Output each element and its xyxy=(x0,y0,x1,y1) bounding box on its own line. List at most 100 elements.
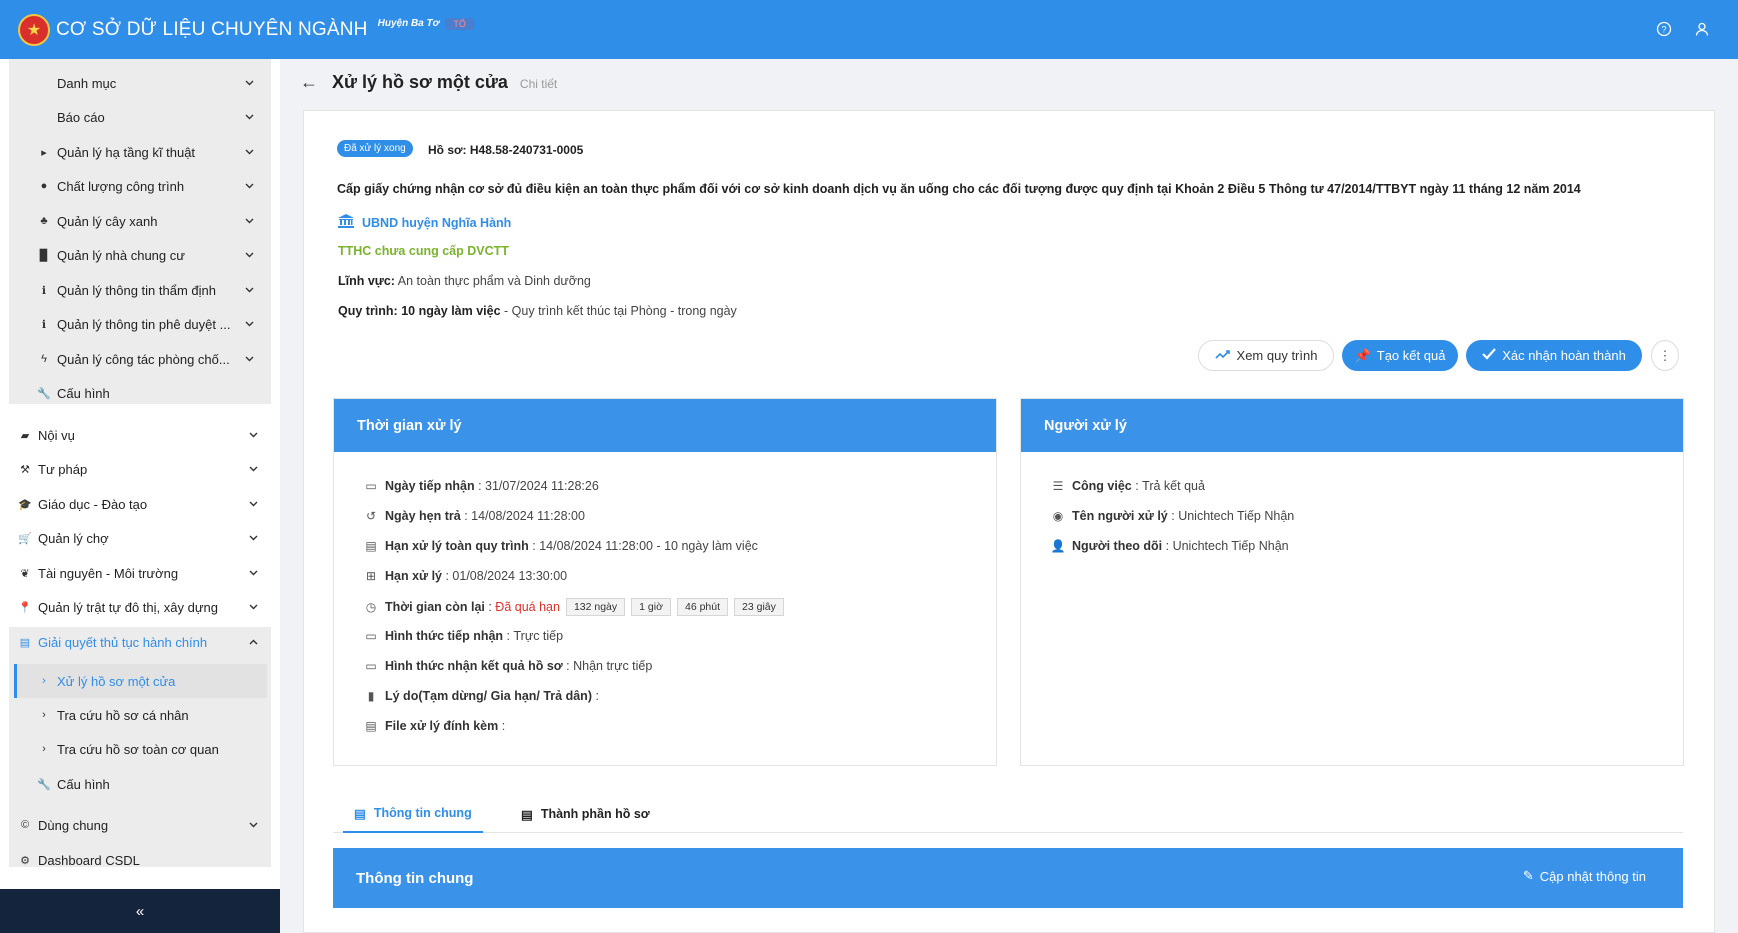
sidebar-item-ha-tang[interactable]: ▸ Quản lý hạ tầng kĩ thuật xyxy=(0,135,280,169)
app-title: CƠ SỞ DỮ LIỆU CHUYÊN NGÀNH xyxy=(56,18,368,40)
header-badge: TỔ xyxy=(445,17,474,30)
page-subtitle: Chi tiết xyxy=(519,77,558,91)
wrench-icon: 🔧 xyxy=(37,778,51,791)
sidebar-subitem-xu-ly-mot-cua[interactable]: › Xử lý hồ sơ một cửa xyxy=(0,664,280,698)
remaining-minutes-chip: 46 phút xyxy=(676,598,729,616)
create-result-button[interactable]: 📌 Tạo kết quả xyxy=(1342,340,1458,371)
sidebar-subitem-cau-hinh[interactable]: 🔧 Cấu hình xyxy=(0,767,280,801)
clock-icon: ◷ xyxy=(365,600,377,614)
process-due-row: ▤ Hạn xử lý toàn quy trình : 14/08/2024 … xyxy=(363,539,758,553)
map-pin-icon: 📍 xyxy=(18,601,32,614)
chevron-down-icon xyxy=(246,466,260,472)
more-options-button[interactable]: ⋮ xyxy=(1651,340,1679,371)
chevron-down-icon xyxy=(246,570,260,576)
back-arrow-icon[interactable]: ← xyxy=(300,72,318,93)
sidebar-item-cay-xanh[interactable]: ♣ Quản lý cây xanh xyxy=(0,204,280,238)
sidebar-item-trat-tu-do-thi[interactable]: 📍 Quản lý trật tự đô thị, xây dựng xyxy=(0,590,280,624)
leaf-icon: ❦ xyxy=(20,567,30,580)
tthc-status: TTHC chưa cung cấp DVCTT xyxy=(338,244,509,258)
remaining-seconds-chip: 23 giây xyxy=(734,598,784,616)
panel-title: Thời gian xử lý xyxy=(334,399,996,452)
sidebar-item-tham-dinh[interactable]: ℹ Quản lý thông tin thẩm định xyxy=(0,273,280,307)
chevron-down-icon xyxy=(246,604,260,610)
tab-dossier-components[interactable]: ▤ Thành phần hồ sơ xyxy=(521,795,650,833)
sidebar-item-danh-muc[interactable]: Danh mục xyxy=(0,66,280,100)
chevron-down-icon xyxy=(242,149,256,155)
inbox-icon: ▭ xyxy=(365,479,377,493)
sidebar-collapse-button[interactable]: « xyxy=(0,889,280,933)
sidebar-item-dung-chung[interactable]: © Dùng chung xyxy=(0,808,280,842)
follower-row: 👤 Người theo dõi : Unichtech Tiếp Nhận xyxy=(1050,539,1289,553)
sidebar-item-phe-duyet[interactable]: ℹ Quản lý thông tin phê duyệt ... xyxy=(0,307,280,341)
received-date-row: ▭ Ngày tiếp nhận : 31/07/2024 11:28:26 xyxy=(363,479,598,493)
check-icon xyxy=(1482,348,1497,363)
help-icon[interactable]: ? xyxy=(1654,19,1674,39)
chevron-down-icon xyxy=(242,287,256,293)
due-date-row: ↺ Ngày hẹn trả : 14/08/2024 11:28:00 xyxy=(363,509,585,523)
sidebar-item-chat-luong[interactable]: ● Chất lượng công trình xyxy=(0,169,280,203)
calendar-list-icon: ▤ xyxy=(365,539,377,553)
chevron-right-icon: › xyxy=(42,709,46,721)
chevron-down-icon xyxy=(242,80,256,86)
chevron-down-icon xyxy=(246,822,260,828)
svg-text:?: ? xyxy=(1661,25,1666,35)
undo-icon: ↺ xyxy=(365,509,377,523)
panel-title: Người xử lý xyxy=(1021,399,1683,452)
sidebar: Danh mục Báo cáo ▸ Quản lý hạ tầng kĩ th… xyxy=(0,59,280,933)
tree-icon: ♣ xyxy=(40,215,48,227)
sidebar-item-phong-chong[interactable]: ϟ Quản lý công tác phòng chố... xyxy=(0,342,280,376)
sidebar-item-cau-hinh-1[interactable]: 🔧 Cấu hình xyxy=(0,376,280,410)
general-info-header: Thông tin chung ✎ Cập nhật thông tin xyxy=(333,848,1683,908)
sidebar-item-dashboard[interactable]: ⚙ Dashboard CSDL xyxy=(0,843,280,877)
page-title: Xử lý hồ sơ một cửa xyxy=(332,72,508,92)
chevron-right-icon: › xyxy=(42,675,46,687)
chevron-down-icon xyxy=(246,535,260,541)
handler-name-row: ◉ Tên người xử lý : Unichtech Tiếp Nhận xyxy=(1050,509,1294,523)
user-icon[interactable] xyxy=(1692,19,1712,39)
remaining-hours-chip: 1 giờ xyxy=(631,598,671,616)
wrench-icon: 🔧 xyxy=(37,387,51,400)
bolt-icon: ϟ xyxy=(41,353,47,365)
app-header: ★ CƠ SỞ DỮ LIỆU CHUYÊN NGÀNH Huyện Ba Tơ… xyxy=(0,0,1738,59)
copyright-circle-icon: © xyxy=(20,819,30,831)
sidebar-item-giao-duc[interactable]: 🎓 Giáo dục - Đào tạo xyxy=(0,487,280,521)
task-row: ☰ Công việc : Trả kết quả xyxy=(1050,479,1205,493)
user-circle-icon: ◉ xyxy=(1052,509,1064,523)
detail-tabs: ▤ Thông tin chung ▤ Thành phần hồ sơ xyxy=(333,795,1683,833)
overdue-status: Đã quá hạn xyxy=(495,600,560,614)
record-process: Quy trình: 10 ngày làm việc - Quy trình … xyxy=(338,304,737,318)
gavel-icon: ⚒ xyxy=(20,463,30,476)
sidebar-item-tai-nguyen[interactable]: ❦ Tài nguyên - Môi trường xyxy=(0,556,280,590)
sidebar-subitem-toan-co-quan[interactable]: › Tra cứu hồ sơ toàn cơ quan xyxy=(0,732,280,766)
sidebar-item-tu-phap[interactable]: ⚒ Tư pháp xyxy=(0,452,280,486)
chevron-down-icon xyxy=(242,114,256,120)
double-chevron-left-icon: « xyxy=(135,902,145,920)
result-method-row: ▭ Hình thức nhận kết quả hồ sơ : Nhận tr… xyxy=(363,659,652,673)
sidebar-subitem-ca-nhan[interactable]: › Tra cứu hồ sơ cá nhân xyxy=(0,698,280,732)
chevron-right-icon: › xyxy=(42,743,46,755)
record-code: Hồ sơ: H48.58-240731-0005 xyxy=(428,143,584,157)
app-subtitle: Huyện Ba Tơ xyxy=(377,18,440,29)
chevron-up-icon xyxy=(246,639,260,645)
receive-method-row: ▭ Hình thức tiếp nhận : Trực tiếp xyxy=(363,629,563,643)
cart-icon: 🛒 xyxy=(18,532,32,545)
update-info-button[interactable]: ✎ Cập nhật thông tin xyxy=(1523,868,1646,884)
sidebar-item-noi-vu[interactable]: ▰ Nội vụ xyxy=(0,418,280,452)
sidebar-item-thu-tuc-hanh-chinh[interactable]: ▤ Giải quyết thủ tục hành chính xyxy=(0,625,280,659)
info-icon: ℹ xyxy=(41,284,47,297)
status-badge: Đã xử lý xong xyxy=(337,140,413,157)
inbox-icon: ▭ xyxy=(365,659,377,673)
national-emblem-icon: ★ xyxy=(18,13,50,46)
confirm-complete-button[interactable]: Xác nhận hoàn thành xyxy=(1466,340,1642,371)
reason-row: ▮ Lý do(Tạm dừng/ Gia hạn/ Trả dân) : xyxy=(363,689,599,703)
tab-general-info[interactable]: ▤ Thông tin chung xyxy=(343,795,483,833)
view-process-button[interactable]: Xem quy trình xyxy=(1198,340,1334,371)
sidebar-item-nha-chung-cu[interactable]: ▉ Quản lý nhà chung cư xyxy=(0,238,280,272)
file-text-icon: ▤ xyxy=(365,719,377,733)
chevron-down-icon xyxy=(246,501,260,507)
pin-icon: 📌 xyxy=(1354,347,1371,363)
list-icon: ☰ xyxy=(1052,479,1064,493)
sidebar-item-bao-cao[interactable]: Báo cáo xyxy=(0,100,280,134)
sidebar-item-quan-ly-cho[interactable]: 🛒 Quản lý chợ xyxy=(0,521,280,555)
info-icon: ℹ xyxy=(41,318,47,331)
